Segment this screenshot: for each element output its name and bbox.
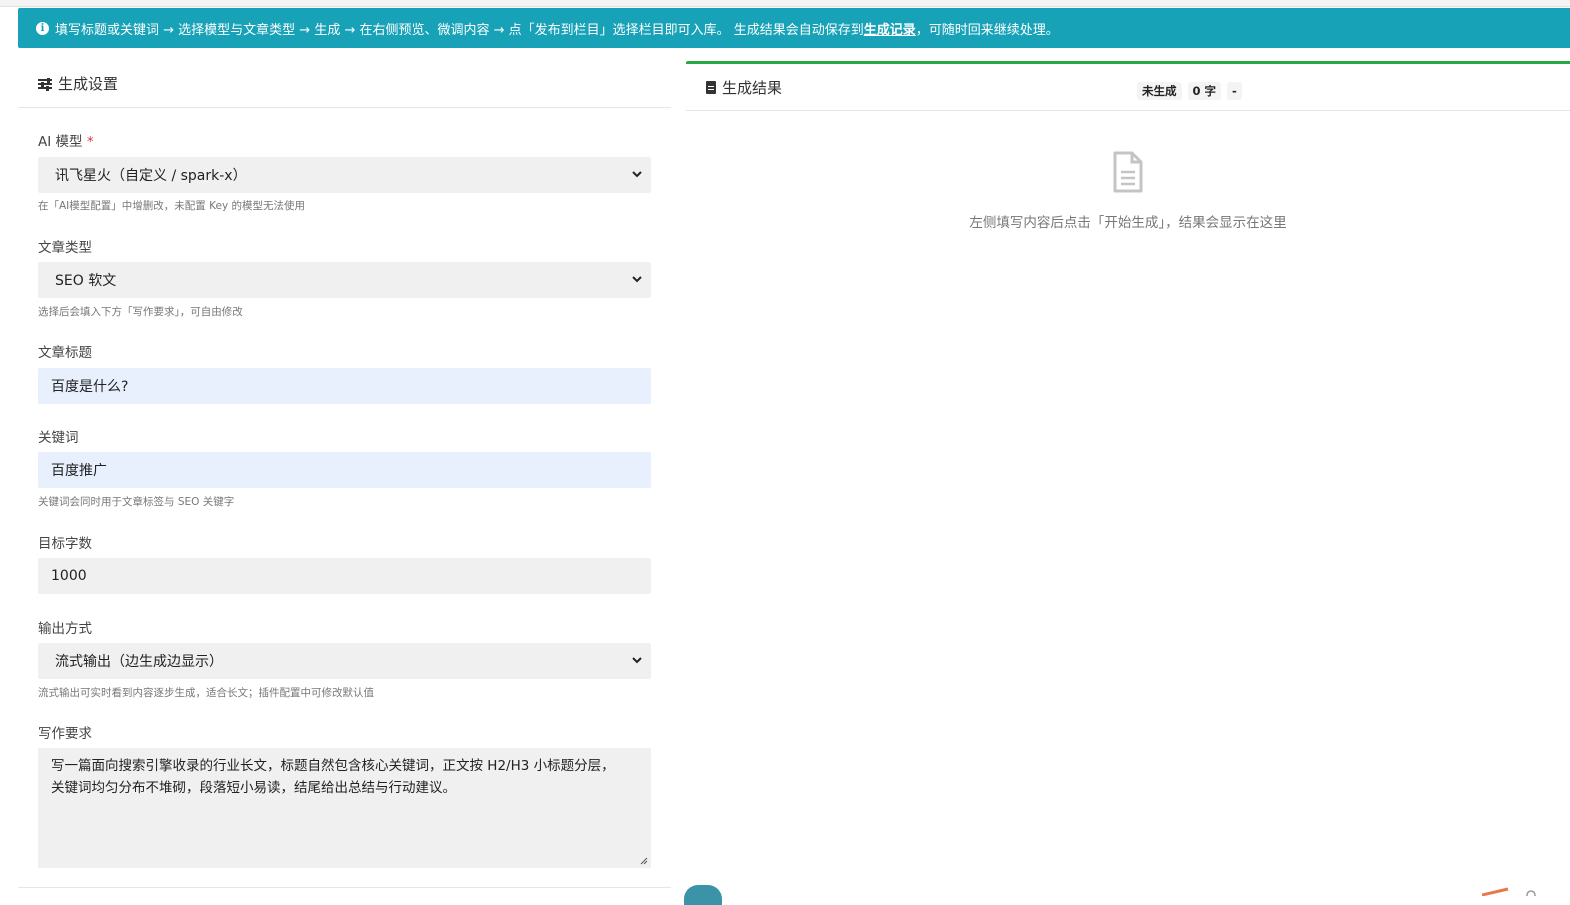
model-label: AI 模型 * (38, 134, 94, 150)
article-type-help: 选择后会填入下方「写作要求」，可自由修改 (38, 306, 243, 318)
status-badge: 未生成 (1137, 82, 1182, 100)
result-badges: 未生成 0 字 - (1137, 82, 1242, 100)
model-select[interactable]: 讯飞星火（自定义 / spark-x） (38, 157, 651, 193)
article-type-select[interactable]: SEO 软文 (38, 262, 651, 298)
alert-text-after: ，可随时回来继续处理。 (915, 22, 1059, 38)
article-type-value: SEO 软文 (55, 273, 117, 289)
requirements-label: 写作要求 (38, 726, 92, 742)
empty-state: 左侧填写内容后点击「开始生成」，结果会显示在这里 (686, 151, 1570, 231)
file-icon (706, 80, 716, 94)
requirements-line-2: 关键词均匀分布不堆砌，段落短小易读，结尾给出总结与行动建议。 (51, 780, 456, 796)
result-card: 生成结果 未生成 0 字 - 左侧填写内容后点击「开始生成」，结果会显示在这里 (686, 61, 1570, 901)
floating-button[interactable] (684, 885, 722, 905)
empty-message: 左侧填写内容后点击「开始生成」，结果会显示在这里 (969, 215, 1287, 231)
keywords-input[interactable]: 百度推广 (38, 452, 651, 488)
chevron-down-icon (632, 276, 642, 283)
requirements-line-1: 写一篇面向搜索引擎收录的行业长文，标题自然包含核心关键词，正文按 H2/H3 小… (51, 758, 615, 774)
keywords-label: 关键词 (38, 430, 79, 446)
output-mode-help: 流式输出可实时看到内容逐步生成，适合长文；插件配置中可修改默认值 (38, 687, 374, 699)
sliders-icon (38, 77, 52, 91)
word-count-value: 1000 (51, 568, 87, 584)
settings-footer-divider (18, 887, 671, 888)
alert-text-before: 填写标题或关键词 → 选择模型与文章类型 → 生成 → 在右侧预览、微调内容 →… (55, 22, 864, 38)
keywords-help: 关键词会同时用于文章标签与 SEO 关键字 (38, 496, 235, 508)
model-select-value: 讯飞星火（自定义 / spark-x） (55, 168, 247, 184)
document-icon (1113, 151, 1143, 193)
word-count-input[interactable]: 1000 (38, 558, 651, 594)
result-title: 生成结果 (722, 78, 783, 97)
top-border (0, 0, 1570, 7)
article-type-label: 文章类型 (38, 240, 92, 256)
title-label: 文章标题 (38, 345, 92, 361)
model-help: 在「AI模型配置」中增删改，未配置 Key 的模型无法使用 (38, 200, 305, 212)
output-mode-label: 输出方式 (38, 621, 92, 637)
settings-card: 生成设置 AI 模型 * 讯飞星火（自定义 / spark-x） 在「AI模型配… (18, 60, 671, 900)
resize-handle-icon[interactable] (639, 856, 648, 865)
history-link[interactable]: 生成记录 (864, 19, 916, 38)
chevron-down-icon (632, 657, 642, 664)
word-count-badge: 0 字 (1187, 82, 1222, 100)
instructions-alert: i 填写标题或关键词 → 选择模型与文章类型 → 生成 → 在右侧预览、微调内容… (18, 8, 1570, 48)
title-input-value: 百度是什么? (51, 379, 129, 395)
output-mode-select[interactable]: 流式输出（边生成边显示） (38, 643, 651, 679)
keywords-input-value: 百度推广 (51, 463, 107, 479)
required-mark: * (86, 134, 94, 150)
output-mode-value: 流式输出（边生成边显示） (55, 654, 223, 670)
settings-title: 生成设置 (58, 75, 119, 93)
extra-badge: - (1227, 82, 1242, 100)
result-header: 生成结果 未生成 0 字 - (686, 64, 1570, 111)
title-input[interactable]: 百度是什么? (38, 368, 651, 404)
requirements-textarea[interactable]: 写一篇面向搜索引擎收录的行业长文，标题自然包含核心关键词，正文按 H2/H3 小… (38, 748, 651, 868)
info-icon: i (36, 21, 49, 35)
settings-header: 生成设置 (18, 60, 671, 108)
chevron-down-icon (632, 171, 642, 178)
word-count-label: 目标字数 (38, 536, 92, 552)
